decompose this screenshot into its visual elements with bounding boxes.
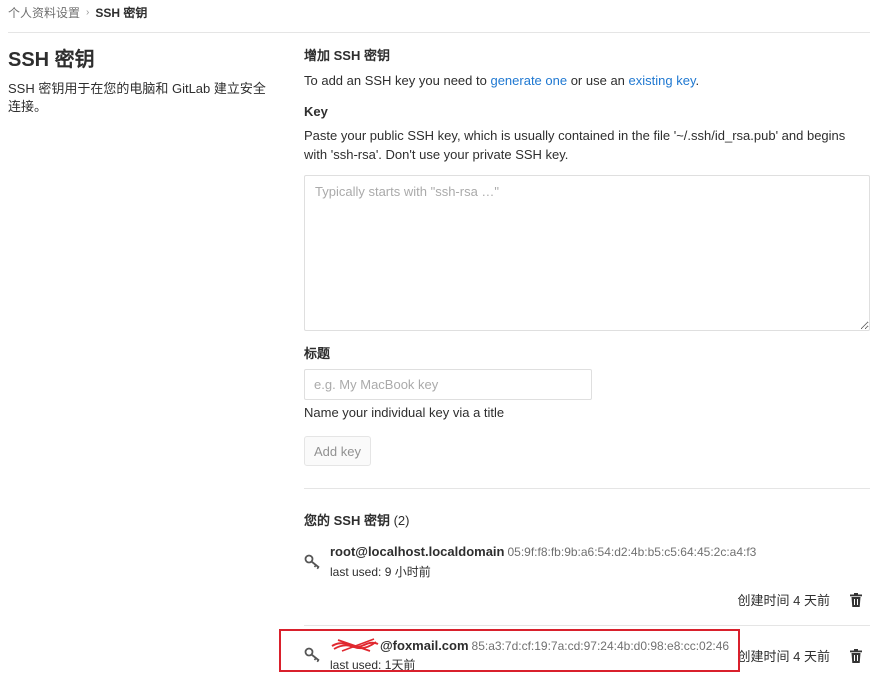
add-key-heading: 增加 SSH 密钥 xyxy=(304,48,390,63)
key-created: 创建时间 4 天前 xyxy=(737,593,830,608)
title-label: 标题 xyxy=(304,346,331,361)
add-key-form: 增加 SSH 密钥 To add an SSH key you need to … xyxy=(304,47,870,672)
highlight-annotation-box xyxy=(279,629,740,672)
breadcrumb-separator-icon: › xyxy=(86,6,90,18)
list-item[interactable]: root@localhost.localdomain 05:9f:f8:fb:9b… xyxy=(304,544,870,608)
page-description: SSH 密钥用于在您的电脑和 GitLab 建立安全连接。 xyxy=(8,81,266,114)
delete-key-button[interactable] xyxy=(850,593,862,607)
section-divider xyxy=(304,488,870,489)
top-divider xyxy=(8,32,870,33)
key-title: root@localhost.localdomain 05:9f:f8:fb:9b… xyxy=(330,544,756,559)
breadcrumb-current: SSH 密钥 xyxy=(95,5,148,20)
breadcrumb: 个人资料设置 › SSH 密钥 xyxy=(8,4,147,20)
existing-key-link[interactable]: existing key xyxy=(629,73,696,88)
key-title-text[interactable]: root@localhost.localdomain xyxy=(330,544,504,559)
page-title: SSH 密钥 xyxy=(8,49,95,71)
title-input[interactable] xyxy=(304,369,592,400)
add-key-intro: To add an SSH key you need to generate o… xyxy=(304,72,699,90)
key-created: 创建时间 4 天前 xyxy=(737,649,830,664)
sidebar-info: SSH 密钥 SSH 密钥用于在您的电脑和 GitLab 建立安全连接。 xyxy=(8,48,278,116)
keys-count: (2) xyxy=(393,513,410,528)
row-divider xyxy=(304,625,870,626)
key-icon xyxy=(304,554,320,570)
key-last-used: last used: 9 小时前 xyxy=(330,565,431,579)
key-help-text: Paste your public SSH key, which is usua… xyxy=(304,128,846,162)
intro-prefix: To add an SSH key you need to xyxy=(304,73,491,88)
keys-heading-text: 您的 SSH 密钥 xyxy=(304,513,390,528)
key-label: Key xyxy=(304,104,328,119)
keys-list-heading: 您的 SSH 密钥 (2) xyxy=(304,510,409,529)
title-help-text: Name your individual key via a title xyxy=(304,405,505,420)
breadcrumb-parent-link[interactable]: 个人资料设置 xyxy=(8,4,80,21)
add-key-button[interactable]: Add key xyxy=(304,436,371,466)
intro-middle: or use an xyxy=(567,73,629,88)
generate-one-link[interactable]: generate one xyxy=(490,73,567,88)
key-textarea[interactable] xyxy=(304,175,870,331)
delete-key-button[interactable] xyxy=(850,649,862,663)
key-fingerprint: 05:9f:f8:fb:9b:a6:54:d2:4b:b5:c5:64:45:2… xyxy=(507,545,757,559)
intro-suffix: . xyxy=(695,73,700,88)
